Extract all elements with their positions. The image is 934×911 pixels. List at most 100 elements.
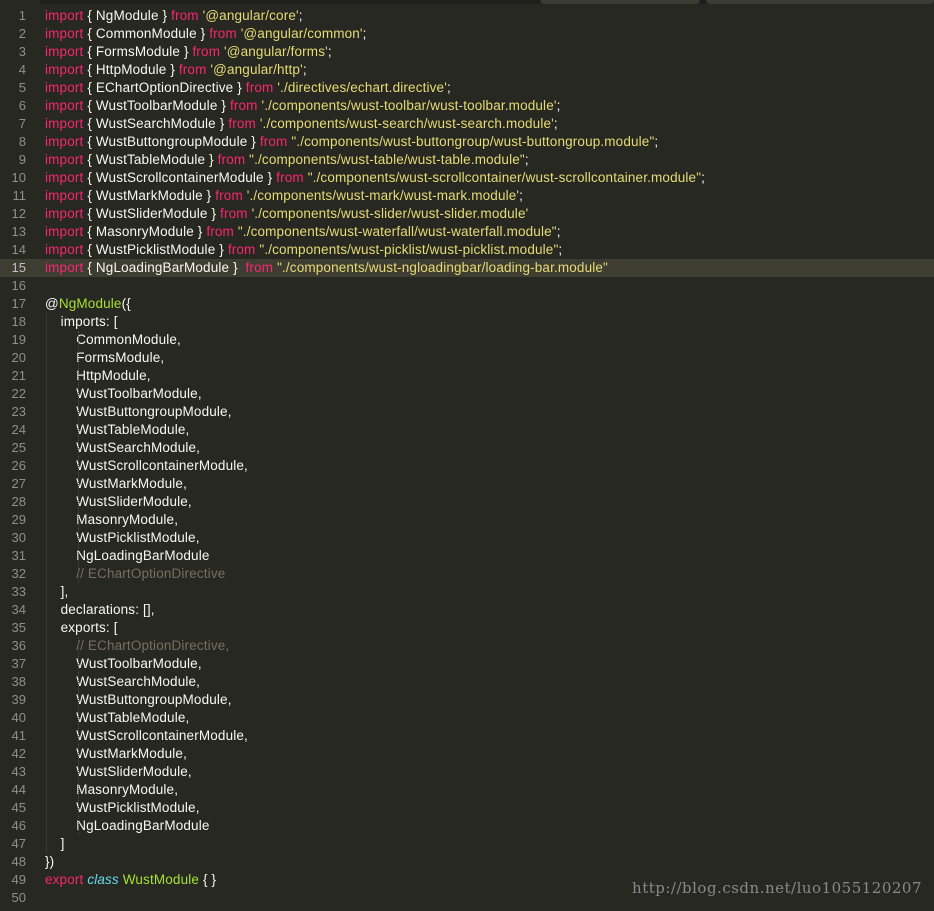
line-text: NgLoadingBarModule [45, 817, 210, 835]
code-token: ], [45, 584, 69, 599]
line-text: import { MasonryModule } from "./compone… [45, 223, 561, 241]
code-line[interactable]: 22 WustToolbarModule, [0, 385, 934, 403]
code-line[interactable]: 15 import { NgLoadingBarModule } from "./… [0, 259, 934, 277]
code-token: from [227, 242, 256, 257]
code-token: { WustButtongroupModule } [83, 134, 260, 149]
line-number: 34 [11, 602, 26, 617]
line-number: 35 [11, 620, 26, 635]
line-number: 37 [11, 656, 26, 671]
code-line[interactable]: 10 import { WustScrollcontainerModule } f… [0, 169, 934, 187]
code-line[interactable]: 4 import { HttpModule } from '@angular/ht… [0, 61, 934, 79]
code-line[interactable]: 39 WustButtongroupModule, [0, 691, 934, 709]
code-token: from [215, 188, 243, 203]
code-line[interactable]: 1 import { NgModule } from '@angular/core… [0, 7, 934, 25]
code-token: ; [362, 26, 367, 41]
line-text: WustButtongroupModule, [45, 403, 232, 421]
code-line[interactable]: 38 WustSearchModule, [0, 673, 934, 691]
code-token: "./components/wust-scrollcontainer/wust-… [307, 170, 702, 185]
code-line[interactable]: 47 ] [0, 835, 934, 853]
code-token: { WustSliderModule } [83, 206, 221, 221]
code-line[interactable]: 18 imports: [ [0, 313, 934, 331]
code-line[interactable]: 3 import { FormsModule } from '@angular/f… [0, 43, 934, 61]
code-line[interactable]: 21 HttpModule, [0, 367, 934, 385]
code-token: WustTableModule, [45, 710, 190, 725]
code-line[interactable]: 42 WustMarkModule, [0, 745, 934, 763]
line-number: 19 [11, 332, 26, 347]
code-token: './components/wust-search/wust-search.mo… [259, 116, 554, 131]
code-line[interactable]: 48}) [0, 853, 934, 871]
code-line[interactable]: 28 WustSliderModule, [0, 493, 934, 511]
code-token: "./components/wust-buttongroup/wust-butt… [291, 134, 655, 149]
code-line[interactable]: 32 // EChartOptionDirective [0, 565, 934, 583]
code-line[interactable]: 8 import { WustButtongroupModule } from "… [0, 133, 934, 151]
code-line[interactable]: 12 import { WustSliderModule } from './co… [0, 205, 934, 223]
code-token: WustSliderModule, [45, 494, 192, 509]
line-number: 48 [11, 854, 26, 869]
code-line[interactable]: 11 import { WustMarkModule } from './comp… [0, 187, 934, 205]
code-line[interactable]: 34 declarations: [], [0, 601, 934, 619]
line-number: 14 [11, 242, 26, 257]
code-token: class [87, 872, 119, 887]
code-line[interactable]: 20 FormsModule, [0, 349, 934, 367]
code-line[interactable]: 26 WustScrollcontainerModule, [0, 457, 934, 475]
line-text: declarations: [], [45, 601, 155, 619]
code-token: WustButtongroupModule, [45, 692, 232, 707]
code-line[interactable]: 45 WustPicklistModule, [0, 799, 934, 817]
line-text: import { FormsModule } from '@angular/fo… [45, 43, 332, 61]
code-editor[interactable]: 1 import { NgModule } from '@angular/core… [0, 0, 934, 911]
code-token: './components/wust-slider/wust-slider.mo… [251, 206, 529, 221]
code-line[interactable]: 27 WustMarkModule, [0, 475, 934, 493]
code-line[interactable]: 24 WustTableModule, [0, 421, 934, 439]
code-line[interactable]: 31 NgLoadingBarModule [0, 547, 934, 565]
code-line[interactable]: 5 import { EChartOptionDirective } from '… [0, 79, 934, 97]
code-line[interactable]: 43 WustSliderModule, [0, 763, 934, 781]
code-line[interactable]: 46 NgLoadingBarModule [0, 817, 934, 835]
line-number: 16 [11, 278, 26, 293]
line-text: ], [45, 583, 69, 601]
code-line[interactable]: 35 exports: [ [0, 619, 934, 637]
code-line[interactable]: 30 WustPicklistModule, [0, 529, 934, 547]
line-number: 11 [12, 188, 27, 203]
code-line[interactable]: 40 WustTableModule, [0, 709, 934, 727]
code-line[interactable]: 25 WustSearchModule, [0, 439, 934, 457]
line-number: 39 [11, 692, 26, 707]
code-line[interactable]: 14 import { WustPicklistModule } from "./… [0, 241, 934, 259]
line-number: 8 [18, 134, 26, 149]
line-text: FormsModule, [45, 349, 164, 367]
code-line[interactable]: 33 ], [0, 583, 934, 601]
code-line[interactable]: 23 WustButtongroupModule, [0, 403, 934, 421]
code-line[interactable]: 17 @NgModule({ [0, 295, 934, 313]
code-line[interactable]: 29 MasonryModule, [0, 511, 934, 529]
line-text: import { WustToolbarModule } from './com… [45, 97, 561, 115]
code-token: FormsModule, [45, 350, 165, 365]
code-line[interactable]: 2 import { CommonModule } from '@angular/… [0, 25, 934, 43]
code-token: ; [519, 188, 524, 203]
line-text: import { CommonModule } from '@angular/c… [45, 25, 367, 43]
code-line[interactable]: 6 import { WustToolbarModule } from './co… [0, 97, 934, 115]
line-text: WustTableModule, [45, 709, 189, 727]
code-token: { MasonryModule } [83, 224, 207, 239]
code-token: from [192, 44, 221, 59]
code-line[interactable]: 13 import { MasonryModule } from "./compo… [0, 223, 934, 241]
line-number: 15 [11, 260, 26, 275]
code-token: "./components/wust-ngloadingbar/loading-… [277, 260, 608, 275]
tab[interactable] [540, 0, 700, 4]
code-line[interactable]: 41 WustScrollcontainerModule, [0, 727, 934, 745]
code-token: import [45, 80, 84, 95]
code-line[interactable]: 19 CommonModule, [0, 331, 934, 349]
code-token: import [45, 26, 84, 41]
code-token: '@angular/common' [240, 26, 363, 41]
tab[interactable] [706, 0, 934, 4]
code-line[interactable]: 16 [0, 277, 934, 295]
line-number: 24 [11, 422, 26, 437]
code-line[interactable]: 9 import { WustTableModule } from "./comp… [0, 151, 934, 169]
code-token: WustTableModule, [45, 422, 190, 437]
code-line[interactable]: 36 // EChartOptionDirective, [0, 637, 934, 655]
line-text: WustSearchModule, [45, 439, 200, 457]
code-area[interactable]: 1 import { NgModule } from '@angular/core… [0, 7, 934, 907]
code-token: './components/wust-toolbar/wust-toolbar.… [261, 98, 557, 113]
code-line[interactable]: 37 WustToolbarModule, [0, 655, 934, 673]
code-line[interactable]: 44 MasonryModule, [0, 781, 934, 799]
code-line[interactable]: 7 import { WustSearchModule } from './com… [0, 115, 934, 133]
